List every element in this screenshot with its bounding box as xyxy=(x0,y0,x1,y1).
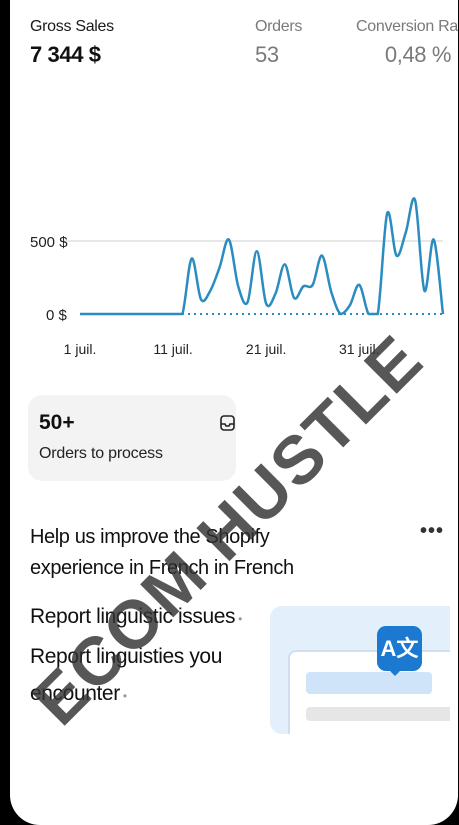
y-tick-label: 0 $ xyxy=(46,307,68,324)
more-options-button[interactable]: ••• xyxy=(420,520,444,543)
metric-value: 7 344 $ xyxy=(30,42,101,67)
metric-gross-sales[interactable]: Gross Sales 7 344 $ xyxy=(30,18,114,68)
metric-conversion-rate[interactable]: Conversion Rate 0,48 % xyxy=(356,18,458,68)
orders-count: 50+ xyxy=(39,411,75,434)
translation-illustration: A文 xyxy=(270,606,450,734)
x-tick-label: 11 juil. xyxy=(153,341,192,357)
orders-to-process-card[interactable]: 50+ Orders to process xyxy=(28,395,236,481)
x-tick-label: 1 juil. xyxy=(64,341,97,357)
metric-label: Orders xyxy=(255,18,303,35)
translate-icon: A文 xyxy=(377,626,422,671)
bullet-dot: • xyxy=(122,689,127,703)
illustration-bar xyxy=(306,672,432,694)
illustration-bar xyxy=(306,707,450,721)
metric-label: Conversion Rate xyxy=(356,18,458,35)
badge-tail xyxy=(388,669,402,676)
orders-card-label: Orders to process xyxy=(39,445,163,462)
metric-value: 53 xyxy=(255,42,279,67)
metric-orders[interactable]: Orders 53 xyxy=(255,18,302,68)
sales-series-line xyxy=(80,197,445,316)
x-tick-label: 21 juil. xyxy=(246,341,286,357)
metric-label: Gross Sales xyxy=(30,18,114,35)
bullet-dot: • xyxy=(238,612,242,626)
metric-value: 0,48 % xyxy=(384,42,451,67)
inbox-icon xyxy=(220,415,235,431)
y-tick-label: 500 $ xyxy=(30,234,68,251)
